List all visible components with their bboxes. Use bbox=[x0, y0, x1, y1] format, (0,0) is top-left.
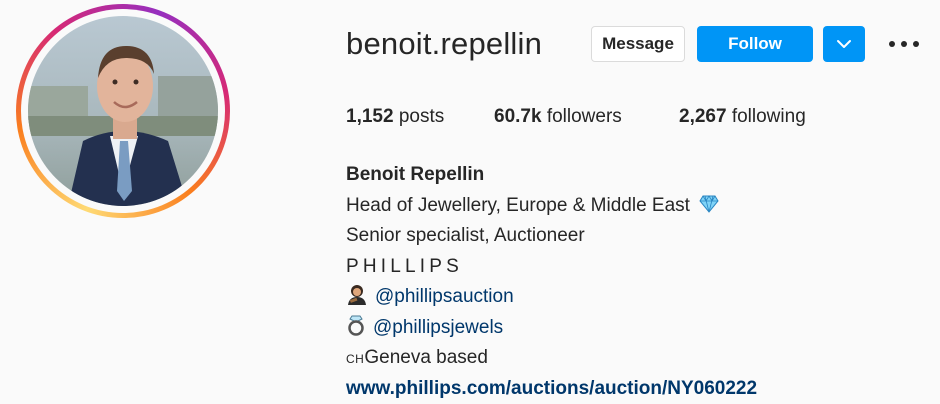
gem-icon bbox=[699, 195, 719, 213]
posts-stat: 1,152 posts bbox=[346, 106, 444, 128]
bio: Benoit Repellin Head of Jewellery, Europ… bbox=[346, 160, 757, 404]
message-button[interactable]: Message bbox=[591, 26, 685, 62]
bio-line-company: PHILLIPS bbox=[346, 252, 757, 283]
followers-stat[interactable]: 60.7k followers bbox=[494, 106, 622, 128]
ring-icon bbox=[346, 314, 366, 336]
more-options-icon bbox=[888, 40, 920, 48]
full-name: Benoit Repellin bbox=[346, 160, 757, 191]
followers-label: followers bbox=[547, 106, 622, 127]
phillipsjewels-link[interactable]: @phillipsjewels bbox=[373, 317, 503, 338]
posts-label: posts bbox=[399, 106, 444, 127]
bio-line1-text: Head of Jewellery, Europe & Middle East bbox=[346, 195, 690, 216]
judge-icon bbox=[346, 283, 368, 305]
followers-count: 60.7k bbox=[494, 106, 542, 127]
avatar[interactable] bbox=[28, 16, 218, 206]
bio-line-mention-jewels: @phillipsjewels bbox=[346, 313, 757, 344]
bio-line-role: Senior specialist, Auctioneer bbox=[346, 221, 757, 252]
story-ring[interactable] bbox=[16, 4, 230, 218]
following-label: following bbox=[732, 106, 806, 127]
country-flag-text: CH bbox=[346, 352, 364, 366]
website-link[interactable]: www.phillips.com/auctions/auction/NY0602… bbox=[346, 374, 757, 404]
avatar-gap bbox=[21, 9, 225, 213]
phillipsauction-link[interactable]: @phillipsauction bbox=[375, 286, 514, 307]
follow-button[interactable]: Follow bbox=[697, 26, 813, 62]
username: benoit.repellin bbox=[346, 26, 542, 62]
bio-line-title: Head of Jewellery, Europe & Middle East bbox=[346, 191, 757, 222]
suggested-dropdown-button[interactable] bbox=[823, 26, 865, 62]
bio-line-mention-auction: @phillipsauction bbox=[346, 282, 757, 313]
following-count: 2,267 bbox=[679, 106, 727, 127]
location-text: Geneva based bbox=[364, 347, 488, 368]
posts-count: 1,152 bbox=[346, 106, 394, 127]
bio-line-location: CHGeneva based bbox=[346, 343, 757, 374]
avatar-photo bbox=[28, 16, 218, 206]
more-options-button[interactable] bbox=[886, 33, 922, 55]
following-stat[interactable]: 2,267 following bbox=[679, 106, 806, 128]
chevron-down-icon bbox=[836, 39, 852, 49]
